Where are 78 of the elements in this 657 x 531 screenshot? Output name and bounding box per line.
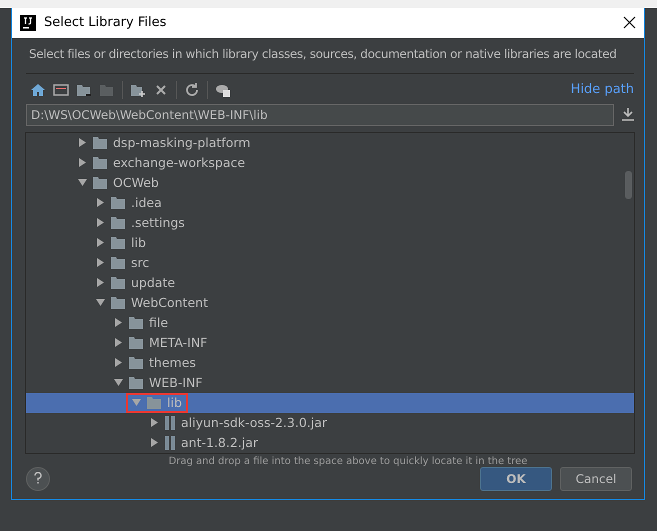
close-icon[interactable] (623, 16, 636, 30)
description-text: Select files or directories in which library classes, sources, documentation or native libraries are located (28, 46, 618, 61)
hint-text: Drag and drop a file into the space above to quickly locate it in the tree (168, 455, 528, 468)
cancel-button[interactable]: Cancel (560, 467, 632, 492)
tree-item-label: src (131, 255, 150, 270)
tree-item-label: exchange-workspace (113, 155, 246, 170)
question-icon (33, 472, 43, 484)
tree-row[interactable]: WEB-INF (26, 372, 634, 393)
tree-row[interactable]: aliyun-sdk-oss-2.3.0.jar (26, 412, 634, 433)
expand-arrow-icon[interactable] (150, 438, 159, 448)
tree-row[interactable]: exchange-workspace (26, 152, 634, 173)
folder-icon (111, 276, 125, 289)
expand-arrow-icon[interactable] (96, 258, 105, 268)
download-icon[interactable] (622, 108, 634, 122)
tree-row[interactable]: OCWeb (26, 172, 634, 193)
folder-icon (93, 176, 107, 189)
expand-arrow-icon[interactable] (96, 238, 105, 248)
expand-arrow-icon[interactable] (96, 278, 105, 288)
app-logo-icon (20, 14, 36, 31)
tree-item-label: OCWeb (113, 175, 159, 190)
folder-icon (111, 236, 125, 249)
expand-arrow-icon[interactable] (78, 138, 87, 148)
folder-icon (111, 196, 125, 209)
tree-row[interactable]: ant-1.8.2.jar (26, 432, 634, 453)
tree-row[interactable]: dsp-masking-platform (26, 132, 634, 153)
scrollbar-thumb[interactable] (625, 170, 632, 199)
tree-row[interactable]: .settings (26, 212, 634, 233)
tree-row[interactable]: META-INF (26, 332, 634, 353)
collapse-arrow-icon[interactable] (78, 178, 87, 188)
tree-item-label: themes (149, 355, 196, 370)
expand-arrow-icon[interactable] (96, 198, 105, 208)
tree-row[interactable]: WebContent (26, 292, 634, 313)
tree-item-label: lib (167, 395, 182, 410)
folder-icon (147, 396, 161, 409)
folder-icon (93, 156, 107, 169)
tree-item-label: lib (131, 235, 146, 250)
expand-arrow-icon[interactable] (150, 418, 159, 428)
tree-row[interactable]: .idea (26, 192, 634, 213)
help-button[interactable] (26, 467, 50, 492)
collapse-arrow-icon[interactable] (96, 298, 105, 308)
tree-row[interactable]: file (26, 312, 634, 333)
tree-item-label: dsp-masking-platform (113, 135, 250, 150)
expand-arrow-icon[interactable] (78, 158, 87, 168)
tree-item-label: aliyun-sdk-oss-2.3.0.jar (181, 415, 328, 430)
window-title: Select Library Files (44, 15, 168, 30)
folder-icon (111, 256, 125, 269)
tree-item-label: file (149, 315, 168, 330)
refresh-icon[interactable] (184, 82, 200, 98)
tree-item-label: WebContent (131, 295, 208, 310)
folder-icon (129, 376, 143, 389)
tree-row[interactable]: lib (26, 232, 634, 253)
archive-icon (165, 436, 175, 450)
home-icon[interactable] (30, 82, 46, 98)
folder-icon (129, 316, 143, 329)
tree-row[interactable]: themes (26, 352, 634, 373)
folder-icon (93, 136, 107, 149)
tree-item-label: ant-1.8.2.jar (181, 435, 258, 450)
path-field[interactable]: D:\WS\OCWeb\WebContent\WEB-INF\lib (26, 104, 614, 126)
hide-path-link[interactable]: Hide path (570, 82, 634, 98)
folder-icon (111, 296, 125, 309)
folder-icon (129, 336, 143, 349)
expand-arrow-icon[interactable] (114, 358, 123, 368)
collapse-arrow-icon[interactable] (114, 378, 123, 388)
tree-row[interactable]: src (26, 252, 634, 273)
tree-item-label: update (131, 275, 176, 290)
expand-arrow-icon[interactable] (114, 318, 123, 328)
folder-icon (111, 216, 125, 229)
tree-row[interactable]: update (26, 272, 634, 293)
tree-item-label: .idea (131, 195, 162, 210)
archive-icon (165, 416, 175, 430)
tree-item-label: .settings (131, 215, 185, 230)
ok-button[interactable]: OK (480, 467, 552, 492)
expand-arrow-icon[interactable] (96, 218, 105, 228)
desktop-icon[interactable] (53, 82, 69, 98)
tree-item-label: META-INF (149, 335, 208, 350)
folder-icon (129, 356, 143, 369)
expand-arrow-icon[interactable] (114, 338, 123, 348)
tree-item-label: WEB-INF (149, 375, 203, 390)
